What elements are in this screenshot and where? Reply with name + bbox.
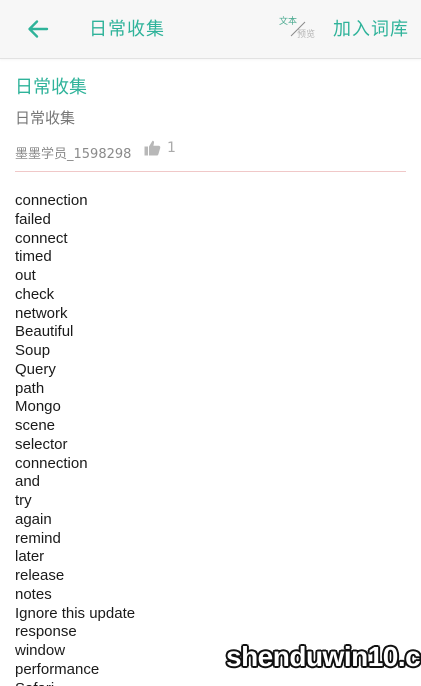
word-item[interactable]: remind	[15, 530, 135, 549]
text-preview-toggle[interactable]: 文本 预览	[278, 14, 320, 42]
app-title: 日常收集	[89, 19, 165, 40]
word-list: connection failed connect timed out check netw…	[15, 192, 135, 686]
back-button[interactable]	[22, 14, 54, 44]
word-item[interactable]: Ignore this update	[15, 605, 135, 624]
word-item[interactable]: again	[15, 511, 135, 530]
like-count: 1	[167, 140, 176, 156]
author-name: 墨墨学员_1598298	[15, 147, 132, 162]
arrow-left-icon	[28, 20, 49, 38]
wordlist-title: 日常收集	[15, 77, 87, 98]
word-item[interactable]: out	[15, 267, 135, 286]
word-item[interactable]: performance	[15, 661, 135, 680]
app-bar: 日常收集 文本 预览 加入词库	[0, 0, 421, 59]
word-item[interactable]: Safari	[15, 680, 135, 686]
add-to-library-button[interactable]: 加入词库	[333, 15, 409, 41]
thumbs-up-icon	[144, 140, 161, 156]
word-item[interactable]: connection	[15, 192, 135, 211]
watermark-text: shenduwin10.com	[226, 641, 421, 672]
word-item[interactable]: Mongo	[15, 398, 135, 417]
word-item[interactable]: timed	[15, 248, 135, 267]
word-item[interactable]: later	[15, 548, 135, 567]
divider	[15, 171, 406, 172]
word-item[interactable]: try	[15, 492, 135, 511]
word-item[interactable]: network	[15, 305, 135, 324]
word-item[interactable]: scene	[15, 417, 135, 436]
word-item[interactable]: and	[15, 473, 135, 492]
word-item[interactable]: window	[15, 642, 135, 661]
word-item[interactable]: response	[15, 623, 135, 642]
word-item[interactable]: Soup	[15, 342, 135, 361]
word-item[interactable]: path	[15, 380, 135, 399]
wordlist-description: 日常收集	[15, 109, 76, 127]
word-item[interactable]: selector	[15, 436, 135, 455]
word-item[interactable]: Beautiful	[15, 323, 135, 342]
word-item[interactable]: connect	[15, 230, 135, 249]
word-item[interactable]: Query	[15, 361, 135, 380]
like-button[interactable]: 1	[144, 140, 176, 156]
word-item[interactable]: notes	[15, 586, 135, 605]
preview-mode-label: 预览	[297, 30, 316, 40]
word-list-screen: 日常收集 文本 预览 加入词库 日常收集 日常收集 墨墨学员_1598298 1…	[0, 0, 421, 686]
word-item[interactable]: connection	[15, 455, 135, 474]
word-item[interactable]: check	[15, 286, 135, 305]
word-item[interactable]: release	[15, 567, 135, 586]
word-item[interactable]: failed	[15, 211, 135, 230]
text-mode-label: 文本	[279, 17, 298, 27]
